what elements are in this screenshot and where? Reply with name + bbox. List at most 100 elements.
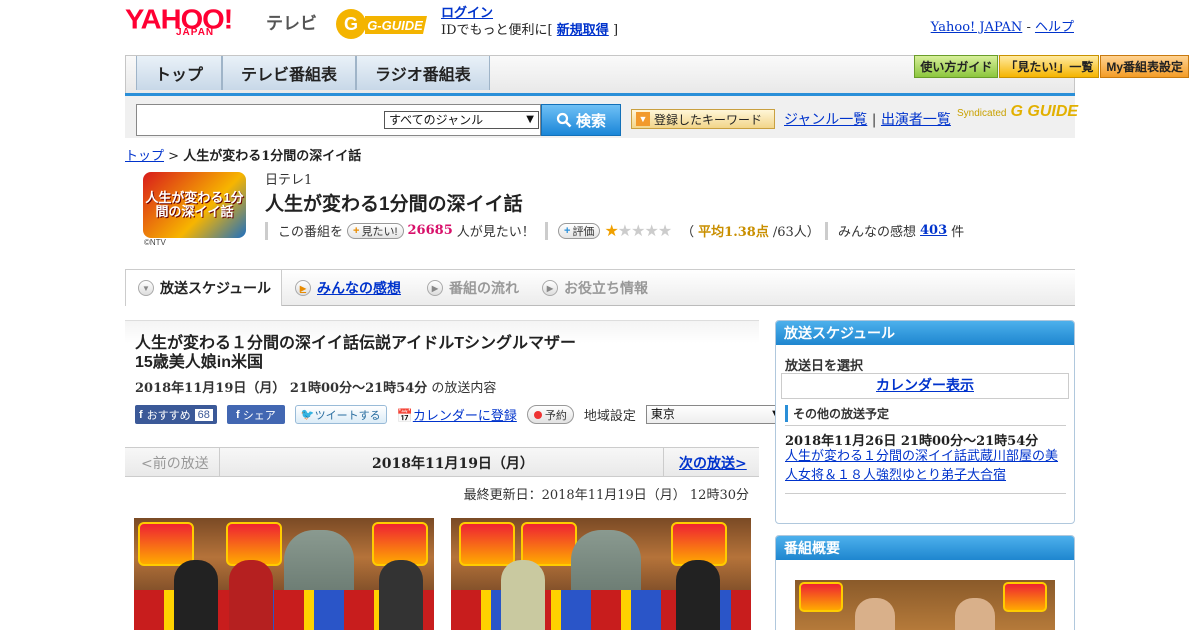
episode-datetime: 2018年11月19日（月） 21時00分～21時54分 xyxy=(135,381,428,396)
my-listings-settings-button[interactable]: My番組表設定 xyxy=(1100,55,1189,78)
reviews-suffix: 件 xyxy=(951,225,965,240)
signup-close: ] xyxy=(612,23,619,38)
search-button-label: 検索 xyxy=(575,112,606,130)
nav-tab-tv-listings[interactable]: テレビ番組表 xyxy=(222,56,357,90)
tab-useful-info-label: お役立ち情報 xyxy=(564,280,648,296)
search-links: ジャンル一覧 | 出演者一覧 xyxy=(784,109,951,129)
person xyxy=(174,560,218,630)
genre-select[interactable]: すべてのジャンル ▼ xyxy=(384,111,539,129)
want-section: この番組を + 見たい! 26685 人が見たい！ xyxy=(265,221,535,240)
want-button[interactable]: + 見たい! xyxy=(347,222,404,239)
usage-guide-button[interactable]: 使い方ガイド xyxy=(914,55,999,78)
schedule-panel-title: 放送スケジュール xyxy=(776,321,1074,345)
tab-schedule-label: 放送スケジュール xyxy=(160,280,272,296)
star-filled-icon: ★ xyxy=(604,221,618,240)
program-tabs: ▼ 放送スケジュール ▶ みんなの感想 ▶ 番組の流れ ▶ お役立ち情報 xyxy=(125,269,1075,306)
calendar-view-button[interactable]: カレンダー表示 xyxy=(781,373,1069,399)
header-links: Yahoo! JAPAN - ヘルプ xyxy=(931,16,1074,35)
nav-tab-radio-listings[interactable]: ラジオ番組表 xyxy=(356,56,490,90)
show-sign xyxy=(1003,582,1047,612)
chevron-right-icon: ▶ xyxy=(427,280,443,296)
divider xyxy=(785,425,1066,426)
rate-button-label: 評価 xyxy=(572,225,595,238)
gguide-logo-icon[interactable]: G G-GUIDE xyxy=(335,6,431,42)
want-prefix: この番組を xyxy=(278,225,344,240)
calendar-icon: 📅 xyxy=(396,409,413,424)
dropdown-arrow-icon: ▼ xyxy=(526,114,534,125)
breadcrumb-current: 人生が変わる1分間の深イイ話 xyxy=(183,149,362,164)
select-date-label: 放送日を選択 xyxy=(785,359,864,374)
search-button[interactable]: 検索 xyxy=(541,104,621,136)
syndicated-logo: G GUIDE xyxy=(1010,103,1079,120)
syndicated-badge: Syndicated G GUIDE xyxy=(957,103,1078,121)
tab-program-flow[interactable]: ▶ 番組の流れ xyxy=(427,270,519,306)
yahoo-japan-link[interactable]: Yahoo! JAPAN xyxy=(931,20,1023,35)
share-row: f おすすめ 68 f シェア 🐦 ツイートする 📅カレンダーに登録 予約 地域設定 … xyxy=(135,405,787,424)
episode-date: 2018年11月19日（月） 21時00分～21時54分 の放送内容 xyxy=(135,377,496,396)
divider-bar xyxy=(825,221,828,240)
login-desc: IDでもっと便利に[ xyxy=(441,23,553,38)
facebook-share-label: シェア xyxy=(242,409,276,422)
rating-section: + 評価 ★★★★★ （平均1.38点/63人） xyxy=(545,221,820,240)
login-area: ログイン IDでもっと便利に[ 新規取得 ] xyxy=(441,5,618,39)
tab-useful-info[interactable]: ▶ お役立ち情報 xyxy=(542,270,648,306)
rate-button[interactable]: + 評価 xyxy=(558,222,601,239)
episode-photo[interactable] xyxy=(134,518,434,630)
other-schedule-label: その他の放送予定 xyxy=(785,405,889,422)
divider xyxy=(785,493,1066,494)
signup-link[interactable]: 新規取得 xyxy=(557,23,609,38)
show-sign xyxy=(459,522,515,566)
want-suffix: 人が見たい！ xyxy=(456,225,535,240)
show-sign xyxy=(138,522,194,566)
reviews-section: みんなの感想 403 件 xyxy=(825,221,964,240)
breadcrumb-home[interactable]: トップ xyxy=(125,149,164,164)
nav-tab-top[interactable]: トップ xyxy=(136,56,223,90)
tab-reviews[interactable]: ▶ みんなの感想 xyxy=(295,270,401,306)
twitter-icon: 🐦 xyxy=(300,409,315,421)
divider xyxy=(219,448,220,476)
tab-reviews-label: みんなの感想 xyxy=(317,280,401,296)
show-sign xyxy=(521,522,577,566)
breadcrumb: トップ > 人生が変わる1分間の深イイ話 xyxy=(125,145,361,164)
performer-list-link[interactable]: 出演者一覧 xyxy=(881,112,951,128)
avg-open: （ xyxy=(681,225,695,240)
calendar-register-link[interactable]: カレンダーに登録 xyxy=(413,409,517,424)
tab-schedule[interactable]: ▼ 放送スケジュール xyxy=(125,269,282,306)
tweet-button[interactable]: 🐦 ツイートする xyxy=(294,405,387,424)
overview-panel-title: 番組概要 xyxy=(776,536,1074,560)
reserve-label: 予約 xyxy=(544,409,567,422)
chevron-right-icon: ▶ xyxy=(295,280,311,296)
reviews-count-link[interactable]: 403 xyxy=(920,223,947,238)
login-link[interactable]: ログイン xyxy=(441,6,493,21)
person xyxy=(676,560,720,630)
search-links-divider: | xyxy=(871,112,877,128)
help-link[interactable]: ヘルプ xyxy=(1035,20,1074,35)
nav-buttons: 使い方ガイド 「見たい!」一覧 My番組表設定 xyxy=(914,55,1189,78)
want-list-button[interactable]: 「見たい!」一覧 xyxy=(999,55,1100,78)
calendar-register[interactable]: 📅カレンダーに登録 xyxy=(397,405,517,424)
genre-list-link[interactable]: ジャンル一覧 xyxy=(784,112,867,128)
registered-keyword-button[interactable]: ▼ 登録したキーワード xyxy=(631,109,775,129)
program-copyright: ©NTV xyxy=(144,238,166,247)
facebook-share-button[interactable]: f シェア xyxy=(226,405,285,424)
episode-title: 人生が変わる１分間の深イイ話伝説アイドルTシングルマザー 15歳美人娘in米国 xyxy=(135,334,735,372)
syndicated-text: Syndicated xyxy=(957,108,1007,119)
want-button-label: 見たい! xyxy=(361,225,398,238)
next-episode-link[interactable]: 次の放送> xyxy=(679,453,747,473)
genre-select-value: すべてのジャンル xyxy=(389,113,484,127)
next-broadcast-link[interactable]: 人生が変わる１分間の深イイ話武蔵川部屋の美人女将＆１８人強烈ゆとり弟子大合宿 xyxy=(785,447,1070,485)
record-dot-icon xyxy=(533,410,542,419)
svg-text:G: G xyxy=(344,14,358,34)
facebook-recommend-button[interactable]: f おすすめ 68 xyxy=(135,405,217,424)
current-episode-date: 2018年11月19日（月） xyxy=(372,456,534,472)
star-rating: ★★★★★ xyxy=(604,221,672,240)
average-score: 平均1.38点 xyxy=(698,225,769,240)
chevron-right-icon: ▶ xyxy=(542,280,558,296)
episode-photo[interactable] xyxy=(451,518,751,630)
region-select[interactable]: 東京▼ xyxy=(645,405,787,424)
program-logo: 人生が変わる1分間の深イイ話 xyxy=(143,172,246,238)
reserve-button[interactable]: 予約 xyxy=(526,405,574,424)
person xyxy=(501,560,545,630)
tab-program-flow-label: 番組の流れ xyxy=(449,280,519,296)
episode-title-line2: 15歳美人娘in米国 xyxy=(135,354,264,371)
